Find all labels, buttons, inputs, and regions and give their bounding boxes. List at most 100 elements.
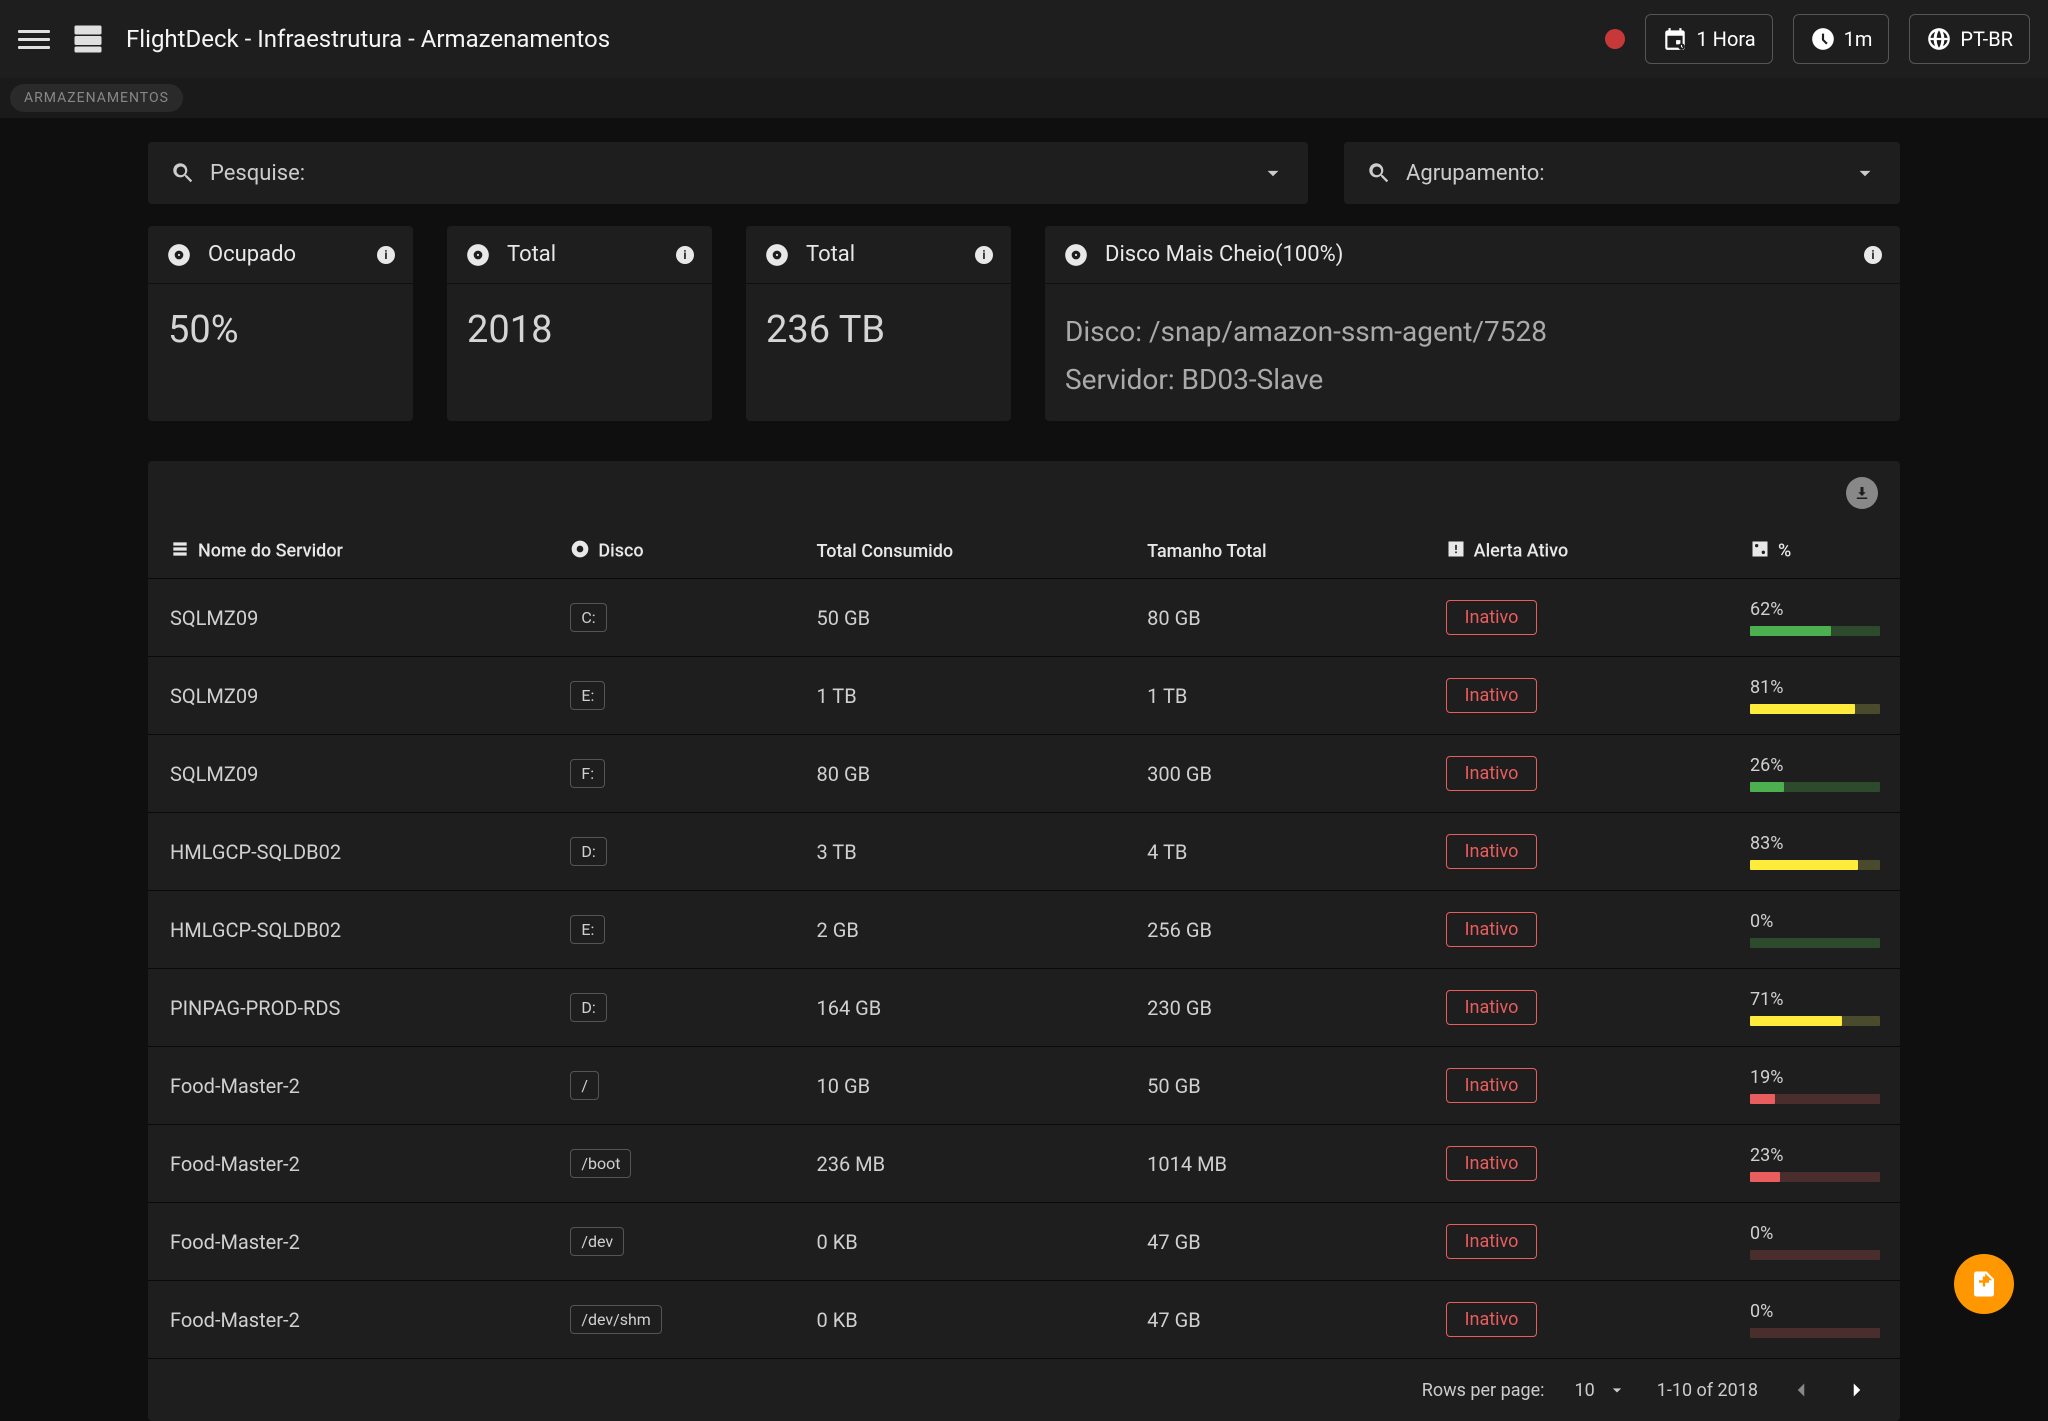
info-icon[interactable]: i bbox=[1864, 246, 1882, 264]
card-title: Disco Mais Cheio(100%) bbox=[1105, 242, 1343, 267]
card-value: 236 TB bbox=[766, 308, 991, 352]
card-value: 2018 bbox=[467, 308, 692, 352]
cell-consumed: 10 GB bbox=[797, 1047, 1128, 1125]
cell-percent: 0% bbox=[1730, 1281, 1900, 1359]
card-title: Ocupado bbox=[208, 242, 296, 267]
table-row[interactable]: SQLMZ09C:50 GB80 GBInativo62% bbox=[148, 579, 1900, 657]
grouping-select[interactable]: Agrupamento: bbox=[1344, 142, 1900, 204]
disk-icon bbox=[166, 242, 192, 268]
cell-server: HMLGCP-SQLDB02 bbox=[148, 813, 550, 891]
disk-chip: F: bbox=[570, 759, 605, 788]
card-value: 50% bbox=[168, 308, 393, 352]
rows-per-page-label: Rows per page: bbox=[1422, 1380, 1545, 1401]
cell-consumed: 164 GB bbox=[797, 969, 1128, 1047]
alert-status-button[interactable]: Inativo bbox=[1446, 1068, 1538, 1103]
info-icon[interactable]: i bbox=[377, 246, 395, 264]
server-icon bbox=[170, 539, 190, 564]
pagination: Rows per page: 10 1-10 of 2018 bbox=[148, 1359, 1900, 1421]
th-percent[interactable]: % bbox=[1778, 540, 1791, 561]
prev-page-button[interactable] bbox=[1788, 1377, 1814, 1403]
status-indicator bbox=[1605, 29, 1625, 49]
card-fullest-disk: Disco Mais Cheio(100%) i Disco: /snap/am… bbox=[1045, 226, 1900, 421]
cell-percent: 62% bbox=[1730, 579, 1900, 657]
alert-status-button[interactable]: Inativo bbox=[1446, 990, 1538, 1025]
th-alert[interactable]: Alerta Ativo bbox=[1474, 540, 1569, 561]
table-row[interactable]: PINPAG-PROD-RDSD:164 GB230 GBInativo71% bbox=[148, 969, 1900, 1047]
cell-percent: 23% bbox=[1730, 1125, 1900, 1203]
cell-consumed: 0 KB bbox=[797, 1203, 1128, 1281]
cell-percent: 83% bbox=[1730, 813, 1900, 891]
disk-icon bbox=[465, 242, 491, 268]
cell-total: 1014 MB bbox=[1127, 1125, 1425, 1203]
search-input[interactable]: Pesquise: bbox=[148, 142, 1308, 204]
info-icon[interactable]: i bbox=[676, 246, 694, 264]
cell-server: PINPAG-PROD-RDS bbox=[148, 969, 550, 1047]
table-row[interactable]: HMLGCP-SQLDB02D:3 TB4 TBInativo83% bbox=[148, 813, 1900, 891]
breadcrumb-chip[interactable]: Armazenamentos bbox=[10, 84, 183, 112]
cell-percent: 19% bbox=[1730, 1047, 1900, 1125]
cell-total: 47 GB bbox=[1127, 1281, 1425, 1359]
card-ocupado: Ocupado i 50% bbox=[148, 226, 413, 421]
cell-consumed: 236 MB bbox=[797, 1125, 1128, 1203]
breadcrumb-bar: Armazenamentos bbox=[0, 78, 2048, 118]
disk-chip: D: bbox=[570, 837, 606, 866]
alert-status-button[interactable]: Inativo bbox=[1446, 912, 1538, 947]
alert-status-button[interactable]: Inativo bbox=[1446, 1224, 1538, 1259]
next-page-button[interactable] bbox=[1844, 1377, 1870, 1403]
th-disk[interactable]: Disco bbox=[598, 540, 643, 561]
locale-button[interactable]: PT-BR bbox=[1909, 14, 2030, 64]
alert-status-button[interactable]: Inativo bbox=[1446, 834, 1538, 869]
disk-chip: / bbox=[570, 1071, 599, 1100]
th-server[interactable]: Nome do Servidor bbox=[198, 540, 343, 561]
table-row[interactable]: Food-Master-2/boot236 MB1014 MBInativo23… bbox=[148, 1125, 1900, 1203]
cell-total: 300 GB bbox=[1127, 735, 1425, 813]
cell-server: Food-Master-2 bbox=[148, 1047, 550, 1125]
percent-icon bbox=[1750, 539, 1770, 564]
locale-label: PT-BR bbox=[1960, 27, 2013, 51]
cell-server: SQLMZ09 bbox=[148, 657, 550, 735]
cell-consumed: 2 GB bbox=[797, 891, 1128, 969]
cell-server: Food-Master-2 bbox=[148, 1281, 550, 1359]
topbar: FlightDeck - Infraestrutura - Armazename… bbox=[0, 0, 2048, 78]
alert-status-button[interactable]: Inativo bbox=[1446, 600, 1538, 635]
alert-status-button[interactable]: Inativo bbox=[1446, 756, 1538, 791]
add-report-button[interactable] bbox=[1954, 1254, 2014, 1314]
alert-status-button[interactable]: Inativo bbox=[1446, 1146, 1538, 1181]
refresh-interval-button[interactable]: 1m bbox=[1793, 14, 1890, 64]
table-row[interactable]: SQLMZ09E:1 TB1 TBInativo81% bbox=[148, 657, 1900, 735]
server-icon[interactable] bbox=[70, 21, 106, 57]
table-row[interactable]: Food-Master-2/dev0 KB47 GBInativo0% bbox=[148, 1203, 1900, 1281]
table-row[interactable]: Food-Master-2/dev/shm0 KB47 GBInativo0% bbox=[148, 1281, 1900, 1359]
rows-per-page-value: 10 bbox=[1575, 1380, 1595, 1401]
cell-total: 80 GB bbox=[1127, 579, 1425, 657]
time-range-button[interactable]: 1 Hora bbox=[1645, 14, 1772, 64]
alert-status-button[interactable]: Inativo bbox=[1446, 1302, 1538, 1337]
page-title: FlightDeck - Infraestrutura - Armazename… bbox=[126, 25, 610, 53]
cell-consumed: 80 GB bbox=[797, 735, 1128, 813]
search-label: Pesquise: bbox=[210, 161, 305, 186]
time-range-label: 1 Hora bbox=[1696, 27, 1755, 51]
table-row[interactable]: Food-Master-2 / 10 GB50 GB Inativo 19% bbox=[148, 1047, 1900, 1125]
th-total[interactable]: Tamanho Total bbox=[1147, 541, 1266, 562]
card-total-count: Total i 2018 bbox=[447, 226, 712, 421]
cell-consumed: 50 GB bbox=[797, 579, 1128, 657]
alert-status-button[interactable]: Inativo bbox=[1446, 678, 1538, 713]
th-consumed[interactable]: Total Consumido bbox=[817, 541, 954, 562]
table-row[interactable]: HMLGCP-SQLDB02E:2 GB256 GBInativo0% bbox=[148, 891, 1900, 969]
menu-icon[interactable] bbox=[18, 23, 50, 55]
disk-chip: /dev bbox=[570, 1227, 624, 1256]
disk-icon bbox=[1063, 242, 1089, 268]
cell-consumed: 3 TB bbox=[797, 813, 1128, 891]
disk-chip: E: bbox=[570, 915, 605, 944]
search-icon bbox=[170, 160, 196, 186]
cell-total: 50 GB bbox=[1127, 1047, 1425, 1125]
table-row[interactable]: SQLMZ09F:80 GB300 GBInativo26% bbox=[148, 735, 1900, 813]
rows-per-page-select[interactable]: 10 bbox=[1575, 1380, 1627, 1401]
download-button[interactable] bbox=[1846, 477, 1878, 509]
cell-percent: 81% bbox=[1730, 657, 1900, 735]
info-icon[interactable]: i bbox=[975, 246, 993, 264]
cell-percent: 0% bbox=[1730, 891, 1900, 969]
chevron-down-icon bbox=[1852, 160, 1878, 186]
cell-total: 230 GB bbox=[1127, 969, 1425, 1047]
disk-chip: C: bbox=[570, 603, 606, 632]
